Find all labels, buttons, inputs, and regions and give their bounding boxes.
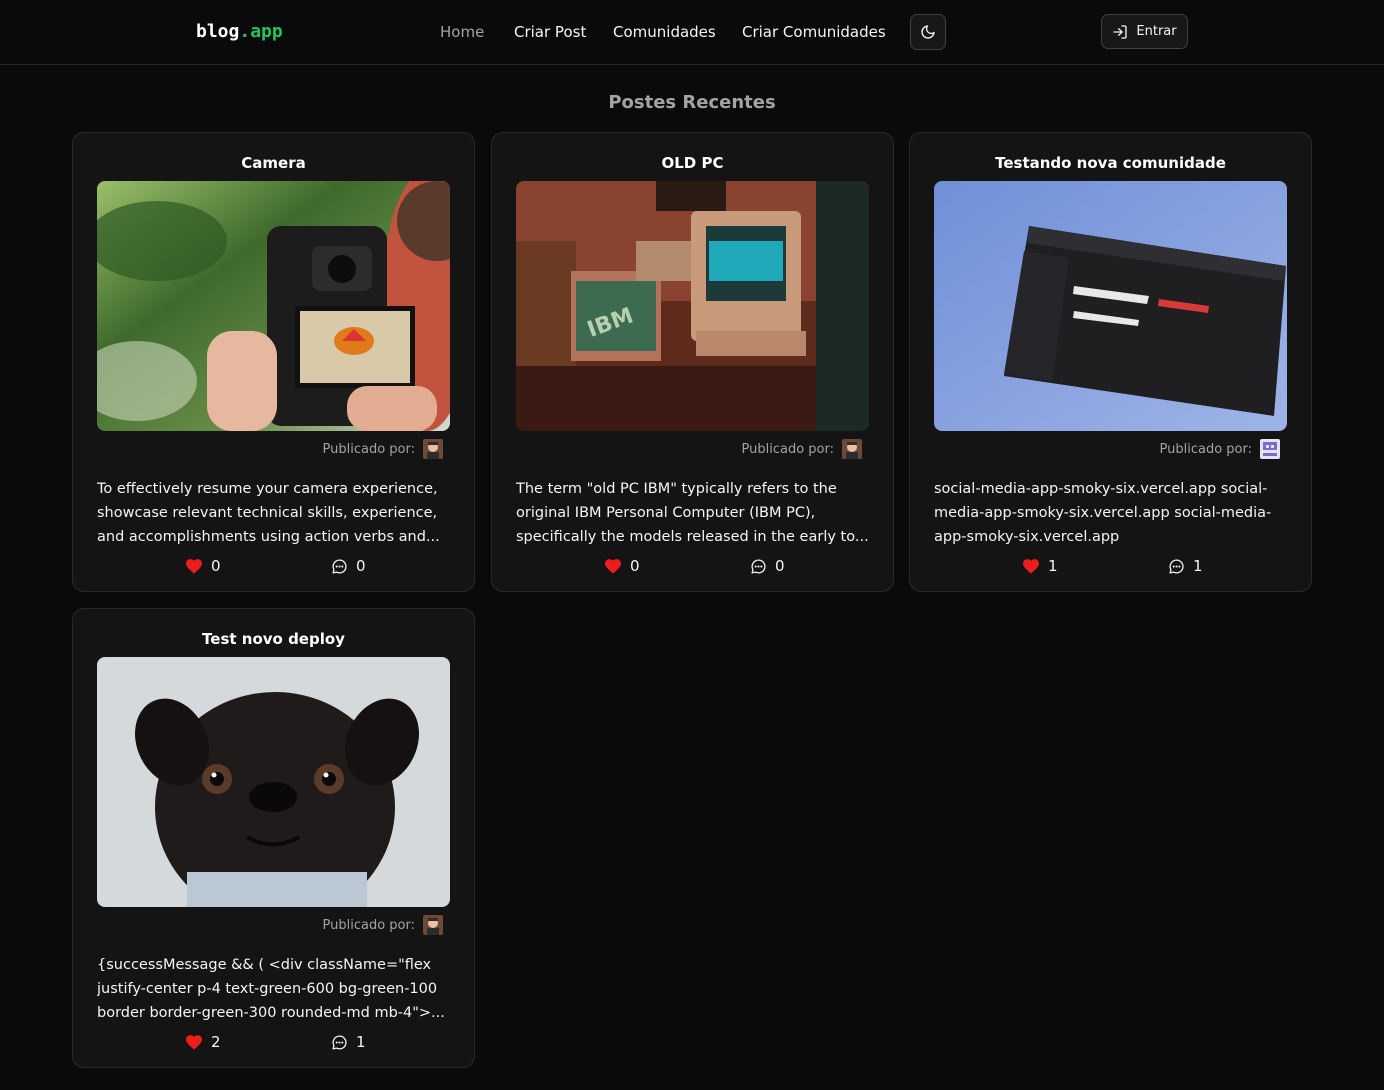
- top-navbar: blog.app Home Criar Post Comunidades Cri…: [0, 0, 1384, 65]
- camera-photo: [97, 181, 450, 431]
- heart-icon: [186, 559, 202, 574]
- post-title: Testando nova comunidade: [995, 154, 1226, 172]
- comment-icon: [751, 558, 766, 574]
- author-row: Publicado por:: [323, 439, 443, 459]
- post-excerpt: To effectively resume your camera experi…: [97, 481, 440, 545]
- nav-create-communities[interactable]: Criar Comunidades: [742, 23, 886, 41]
- author-avatar[interactable]: [423, 915, 443, 935]
- like-button[interactable]: 0: [604, 557, 640, 575]
- post-stats: 1 1: [910, 557, 1311, 579]
- published-by-label: Publicado por:: [322, 917, 415, 933]
- like-count: 0: [211, 557, 221, 575]
- post-image[interactable]: [97, 181, 450, 431]
- like-count: 2: [211, 1033, 221, 1051]
- published-by-label: Publicado por:: [322, 441, 415, 457]
- post-stats: 2 1: [73, 1033, 474, 1055]
- post-card[interactable]: Testando nova comunidade Publicado por:: [909, 132, 1312, 592]
- post-stats: 0 0: [492, 557, 893, 579]
- old-pc-photo: IBM: [516, 181, 869, 431]
- post-image[interactable]: IBM: [516, 181, 869, 431]
- nav-home[interactable]: Home: [440, 23, 484, 41]
- login-button[interactable]: Entrar: [1101, 14, 1188, 49]
- nav-communities[interactable]: Comunidades: [613, 23, 716, 41]
- author-row: Publicado por:: [323, 915, 443, 935]
- post-excerpt: social-media-app-smoky-six.vercel.app so…: [934, 481, 1272, 545]
- comment-count: 1: [1193, 557, 1203, 575]
- comment-button[interactable]: 1: [1168, 557, 1203, 575]
- login-label: Entrar: [1136, 24, 1177, 39]
- published-by-label: Publicado por:: [741, 441, 834, 457]
- like-button[interactable]: 0: [185, 557, 221, 575]
- like-button[interactable]: 1: [1022, 557, 1058, 575]
- author-row: Publicado por:: [1160, 439, 1280, 459]
- logo[interactable]: blog.app: [196, 21, 283, 42]
- pug-photo: [97, 657, 450, 907]
- comment-button[interactable]: 0: [331, 557, 366, 575]
- author-row: Publicado por:: [742, 439, 862, 459]
- post-title: Test novo deploy: [202, 630, 345, 648]
- login-icon: [1113, 24, 1128, 39]
- comment-button[interactable]: 1: [331, 1033, 366, 1051]
- comment-icon: [1169, 558, 1184, 574]
- author-avatar[interactable]: [423, 439, 443, 459]
- logo-accent: .app: [239, 21, 283, 42]
- comment-count: 0: [775, 557, 785, 575]
- moon-icon: [921, 25, 935, 39]
- theme-toggle-button[interactable]: [910, 14, 946, 50]
- post-title: Camera: [241, 154, 306, 172]
- post-image[interactable]: [97, 657, 450, 907]
- section-title: Postes Recentes: [608, 92, 776, 113]
- comment-count: 0: [356, 557, 366, 575]
- author-avatar[interactable]: [1260, 439, 1280, 459]
- comment-icon: [332, 1034, 347, 1050]
- nav-create-post[interactable]: Criar Post: [514, 23, 586, 41]
- logo-main: blog: [196, 21, 240, 42]
- post-stats: 0 0: [73, 557, 474, 579]
- heart-icon: [1023, 559, 1039, 574]
- comment-button[interactable]: 0: [750, 557, 785, 575]
- like-button[interactable]: 2: [185, 1033, 221, 1051]
- post-excerpt: The term "old PC IBM" typically refers t…: [516, 481, 869, 545]
- comment-icon: [332, 558, 347, 574]
- post-card[interactable]: Camera Publicado por: To effectively res…: [72, 132, 475, 592]
- post-image[interactable]: [934, 181, 1287, 431]
- post-excerpt: {successMessage && ( <div className="fle…: [97, 957, 445, 1021]
- comment-count: 1: [356, 1033, 366, 1051]
- heart-icon: [186, 1035, 202, 1050]
- post-card[interactable]: Test novo deploy Publicado por: {success…: [72, 608, 475, 1068]
- post-title: OLD PC: [661, 154, 724, 172]
- heart-icon: [605, 559, 621, 574]
- like-count: 0: [630, 557, 640, 575]
- like-count: 1: [1048, 557, 1058, 575]
- author-avatar[interactable]: [842, 439, 862, 459]
- screen-photo: [934, 181, 1287, 431]
- published-by-label: Publicado por:: [1159, 441, 1252, 457]
- post-card[interactable]: OLD PC IBM Publicado por: The term "old …: [491, 132, 894, 592]
